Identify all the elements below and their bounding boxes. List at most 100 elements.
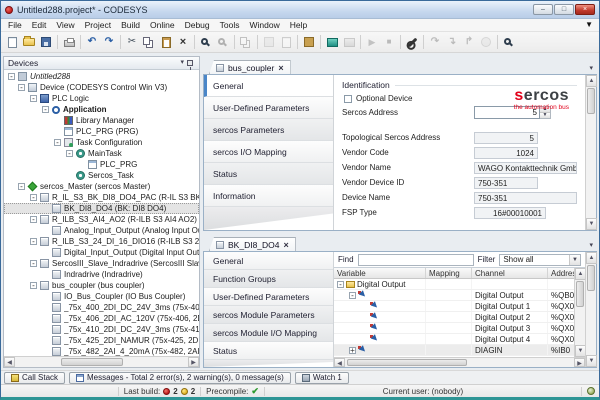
- column-mapping[interactable]: Mapping: [426, 268, 472, 278]
- menu-item[interactable]: Online: [145, 20, 180, 30]
- step-out-icon[interactable]: ↱: [461, 34, 477, 50]
- column-address[interactable]: Address: [548, 268, 574, 278]
- chevron-down-icon[interactable]: ▾: [180, 59, 184, 67]
- tree-item[interactable]: Analog_Input_Output (Analog Input Output…: [4, 225, 199, 236]
- scroll-up-icon[interactable]: ▲: [586, 252, 597, 264]
- maximize-button[interactable]: □: [554, 4, 574, 15]
- expander-icon[interactable]: [78, 161, 85, 168]
- tree-item[interactable]: Digital_Input_Output (Digital Input Outp…: [4, 247, 199, 258]
- menu-item[interactable]: Help: [285, 20, 312, 30]
- expander-icon[interactable]: -: [42, 106, 49, 113]
- side-tab[interactable]: Function Groups: [204, 270, 333, 288]
- table-row[interactable]: - Digital Output %QB0 BYTE: [334, 290, 574, 301]
- form-vertical-scrollbar[interactable]: ▲ ▼: [585, 75, 596, 230]
- expander-icon[interactable]: [42, 227, 49, 234]
- side-tab[interactable]: sercos Module Parameters: [204, 306, 333, 324]
- expander-icon[interactable]: [42, 326, 49, 333]
- export-icon[interactable]: [261, 34, 277, 50]
- optional-device-checkbox[interactable]: [344, 95, 352, 103]
- scroll-down-icon[interactable]: ▼: [586, 218, 597, 230]
- tree-item[interactable]: _75x_425_2DI_NAMUR (75x-425, 2DI, NAMUR): [4, 335, 199, 346]
- table-row[interactable]: Digital Output 2 %QX0.1 BOOL: [334, 312, 574, 323]
- copy-icon[interactable]: [141, 34, 157, 50]
- panel-vertical-scrollbar[interactable]: ▲ ▼: [585, 252, 596, 367]
- side-tab[interactable]: Information: [204, 185, 333, 207]
- tree-item[interactable]: - PLC Logic: [4, 93, 199, 104]
- expander-icon[interactable]: +: [349, 347, 356, 354]
- toolbar-overflow-icon[interactable]: ▼: [585, 20, 593, 29]
- tree-item[interactable]: Indradrive (Indradrive): [4, 269, 199, 280]
- devices-horizontal-scrollbar[interactable]: ◀ ▶: [4, 356, 199, 367]
- tree-item[interactable]: BK_DI8_DO4 (BK: DI8 DO4): [4, 203, 199, 214]
- tool-window-tab[interactable]: Messages - Total 2 error(s), 2 warning(s…: [69, 372, 291, 384]
- close-tab-icon[interactable]: ×: [278, 64, 283, 72]
- paste-icon[interactable]: [158, 34, 174, 50]
- start-icon[interactable]: ▶: [364, 34, 380, 50]
- table-row[interactable]: Digital Output 1 %QX0.0 BOOL: [334, 301, 574, 312]
- expander-icon[interactable]: [361, 314, 368, 321]
- menu-item[interactable]: File: [3, 20, 27, 30]
- minimize-button[interactable]: –: [533, 4, 553, 15]
- tree-item[interactable]: _75x_482_2AI_4_20mA (75x-482, 2AI, 4-20m…: [4, 346, 199, 356]
- tree-item[interactable]: - R_ILB_S3_24_DI_16_DIO16 (R-ILB S3 24 D…: [4, 236, 199, 247]
- step-over-icon[interactable]: ↷: [427, 34, 443, 50]
- expander-icon[interactable]: [54, 117, 61, 124]
- table-row[interactable]: Digital Output 3 %QX0.2 BOOL: [334, 323, 574, 334]
- tree-item[interactable]: - Task Configuration: [4, 137, 199, 148]
- toggle-breakpoint-icon[interactable]: [478, 34, 494, 50]
- login-icon[interactable]: [324, 34, 340, 50]
- find-input[interactable]: [358, 254, 474, 266]
- menu-item[interactable]: Project: [80, 20, 116, 30]
- tree-item[interactable]: PLC_PRG (PRG): [4, 126, 199, 137]
- scrollbar-thumb[interactable]: [587, 265, 595, 291]
- expander-icon[interactable]: -: [337, 281, 344, 288]
- tool-window-tab[interactable]: Watch 1: [295, 372, 349, 384]
- table-header[interactable]: Variable Mapping Channel Address Type Un…: [334, 268, 574, 279]
- user-profile-icon[interactable]: [587, 387, 595, 395]
- tree-item[interactable]: - R_ILB_S3_AI4_AO2 (R-ILB S3 AI4 AO2): [4, 214, 199, 225]
- expander-icon[interactable]: [66, 172, 73, 179]
- close-tab-icon[interactable]: ×: [284, 241, 289, 249]
- side-tab[interactable]: sercos Parameters: [204, 119, 333, 141]
- scroll-down-icon[interactable]: ▼: [586, 355, 597, 367]
- tree-item[interactable]: IO_Bus_Coupler (IO Bus Coupler): [4, 291, 199, 302]
- open-project-icon[interactable]: [21, 34, 37, 50]
- expander-icon[interactable]: [361, 325, 368, 332]
- tab-bus-coupler[interactable]: bus_coupler ×: [209, 60, 291, 74]
- expander-icon[interactable]: -: [30, 194, 37, 201]
- pin-icon[interactable]: [187, 60, 193, 66]
- compare-icon[interactable]: [238, 34, 254, 50]
- scroll-right-icon[interactable]: ▶: [188, 357, 199, 367]
- table-row[interactable]: Digital Output 4 %QX0.3 BOOL: [334, 334, 574, 345]
- tree-item[interactable]: - Device (CODESYS Control Win V3): [4, 82, 199, 93]
- menu-item[interactable]: Window: [245, 20, 285, 30]
- expander-icon[interactable]: -: [54, 139, 61, 146]
- filter-select[interactable]: Show all ▼: [499, 254, 581, 266]
- expander-icon[interactable]: -: [30, 216, 37, 223]
- magnifier-icon[interactable]: [501, 34, 517, 50]
- scrollbar-thumb[interactable]: [61, 358, 123, 366]
- table-row[interactable]: + DIAGIN %IB0 BYTE: [334, 345, 574, 356]
- expander-icon[interactable]: [42, 205, 49, 212]
- chevron-down-icon[interactable]: ▼: [569, 255, 580, 265]
- expander-icon[interactable]: -: [30, 282, 37, 289]
- scrollbar-thumb[interactable]: [576, 281, 584, 307]
- tree-item[interactable]: - SercosIII_Slave_Indradrive (SercosIII …: [4, 258, 199, 269]
- menu-item[interactable]: Debug: [180, 20, 215, 30]
- build-icon[interactable]: [301, 34, 317, 50]
- expander-icon[interactable]: [361, 336, 368, 343]
- tools-icon[interactable]: [404, 34, 420, 50]
- expander-icon[interactable]: -: [30, 95, 37, 102]
- tree-item[interactable]: - bus_coupler (bus coupler): [4, 280, 199, 291]
- refactor-icon[interactable]: [278, 34, 294, 50]
- tool-window-tab[interactable]: Call Stack: [4, 372, 65, 384]
- tab-bk-di8-do4[interactable]: BK_DI8_DO4 ×: [209, 237, 296, 251]
- scroll-left-icon[interactable]: ◀: [4, 357, 15, 367]
- scrollbar-thumb[interactable]: [587, 88, 595, 114]
- column-channel[interactable]: Channel: [472, 268, 548, 278]
- print-icon[interactable]: [61, 34, 77, 50]
- menu-item[interactable]: Edit: [27, 20, 52, 30]
- expander-icon[interactable]: -: [30, 260, 37, 267]
- expander-icon[interactable]: -: [18, 183, 25, 190]
- expander-icon[interactable]: [54, 128, 61, 135]
